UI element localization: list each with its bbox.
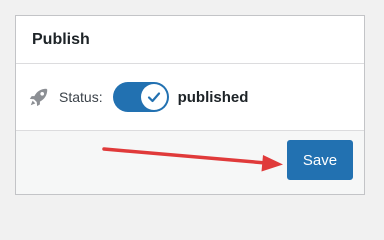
status-toggle[interactable] <box>112 82 169 112</box>
rocket-icon <box>28 86 50 108</box>
panel-footer: Save <box>16 130 364 194</box>
status-label: Status: <box>59 89 103 105</box>
panel-title: Publish <box>32 30 90 48</box>
check-icon <box>147 92 160 103</box>
status-value: published <box>177 88 249 106</box>
publish-panel: Publish Status: published Save <box>15 15 365 195</box>
status-row: Status: published <box>16 64 364 130</box>
toggle-knob <box>140 84 167 110</box>
save-button[interactable]: Save <box>287 140 353 180</box>
panel-header: Publish <box>16 16 364 64</box>
